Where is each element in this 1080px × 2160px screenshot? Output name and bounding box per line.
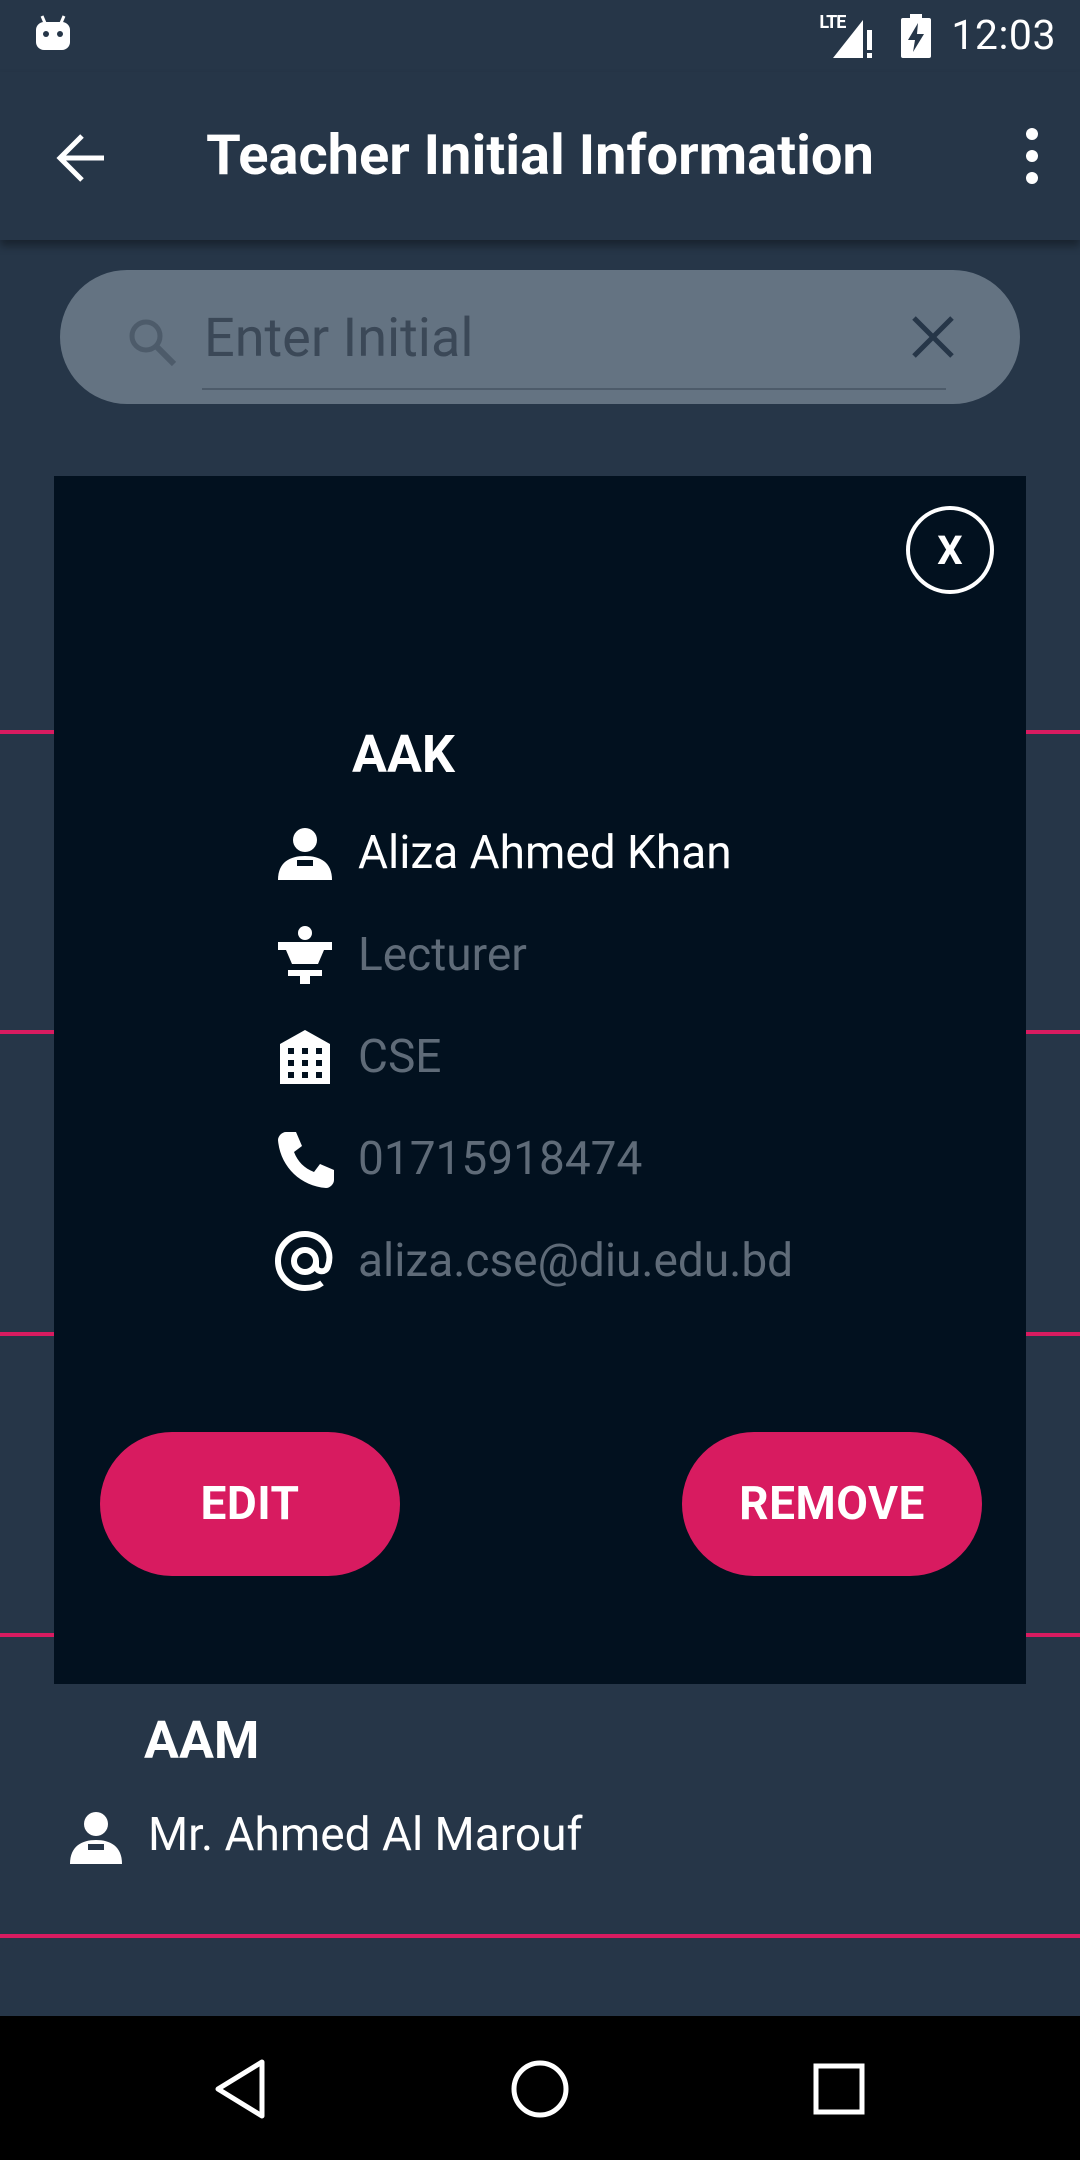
signal-lte-icon: LTE (819, 12, 881, 60)
list-item-initial: AAM (144, 1710, 260, 1771)
dialog-close-button[interactable]: X (906, 506, 994, 594)
status-bar: LTE 12:03 (0, 0, 1080, 72)
teacher-phone-row: 01715918474 (274, 1124, 642, 1194)
search-bar (60, 270, 1020, 404)
search-input[interactable] (202, 294, 906, 382)
teacher-phone: 01715918474 (358, 1132, 643, 1186)
person-icon (278, 828, 332, 880)
teacher-detail-dialog: X AAK Aliza Ahmed Khan Lecturer CSE 0171… (54, 476, 1026, 1684)
battery-charging-icon (901, 14, 932, 58)
edit-button[interactable]: EDIT (100, 1432, 400, 1576)
nav-back-icon[interactable] (208, 2054, 278, 2124)
teacher-department-row: CSE (274, 1022, 441, 1092)
search-underline (202, 388, 946, 390)
more-vert-icon[interactable] (1004, 124, 1060, 188)
phone-icon (278, 1132, 334, 1188)
teacher-email-row: aliza.cse@diu.edu.bd (274, 1226, 793, 1296)
nav-recents-icon[interactable] (804, 2054, 874, 2124)
status-time: 12:03 (951, 12, 1056, 60)
teacher-initial: AAK (352, 724, 455, 785)
building-icon (280, 1030, 330, 1084)
at-sign-icon (274, 1230, 333, 1292)
android-debug-icon (36, 15, 70, 50)
nav-home-icon[interactable] (505, 2054, 575, 2124)
remove-button[interactable]: REMOVE (682, 1432, 982, 1576)
teacher-name-row: Aliza Ahmed Khan (274, 818, 732, 888)
teacher-name: Aliza Ahmed Khan (358, 826, 732, 880)
list-separator (0, 1934, 1080, 1938)
system-nav-bar (0, 2016, 1080, 2160)
page-title: Teacher Initial Information (206, 122, 874, 188)
list-item-name: Mr. Ahmed Al Marouf (148, 1808, 583, 1862)
teacher-designation: Lecturer (358, 928, 527, 982)
teacher-designation-row: Lecturer (274, 920, 527, 990)
search-icon (129, 319, 177, 367)
person-icon (70, 1812, 122, 1864)
lecturer-icon (278, 926, 332, 984)
teacher-department: CSE (358, 1030, 442, 1084)
app-bar: Teacher Initial Information (0, 72, 1080, 240)
clear-icon[interactable] (906, 310, 960, 364)
teacher-email: aliza.cse@diu.edu.bd (358, 1234, 794, 1288)
